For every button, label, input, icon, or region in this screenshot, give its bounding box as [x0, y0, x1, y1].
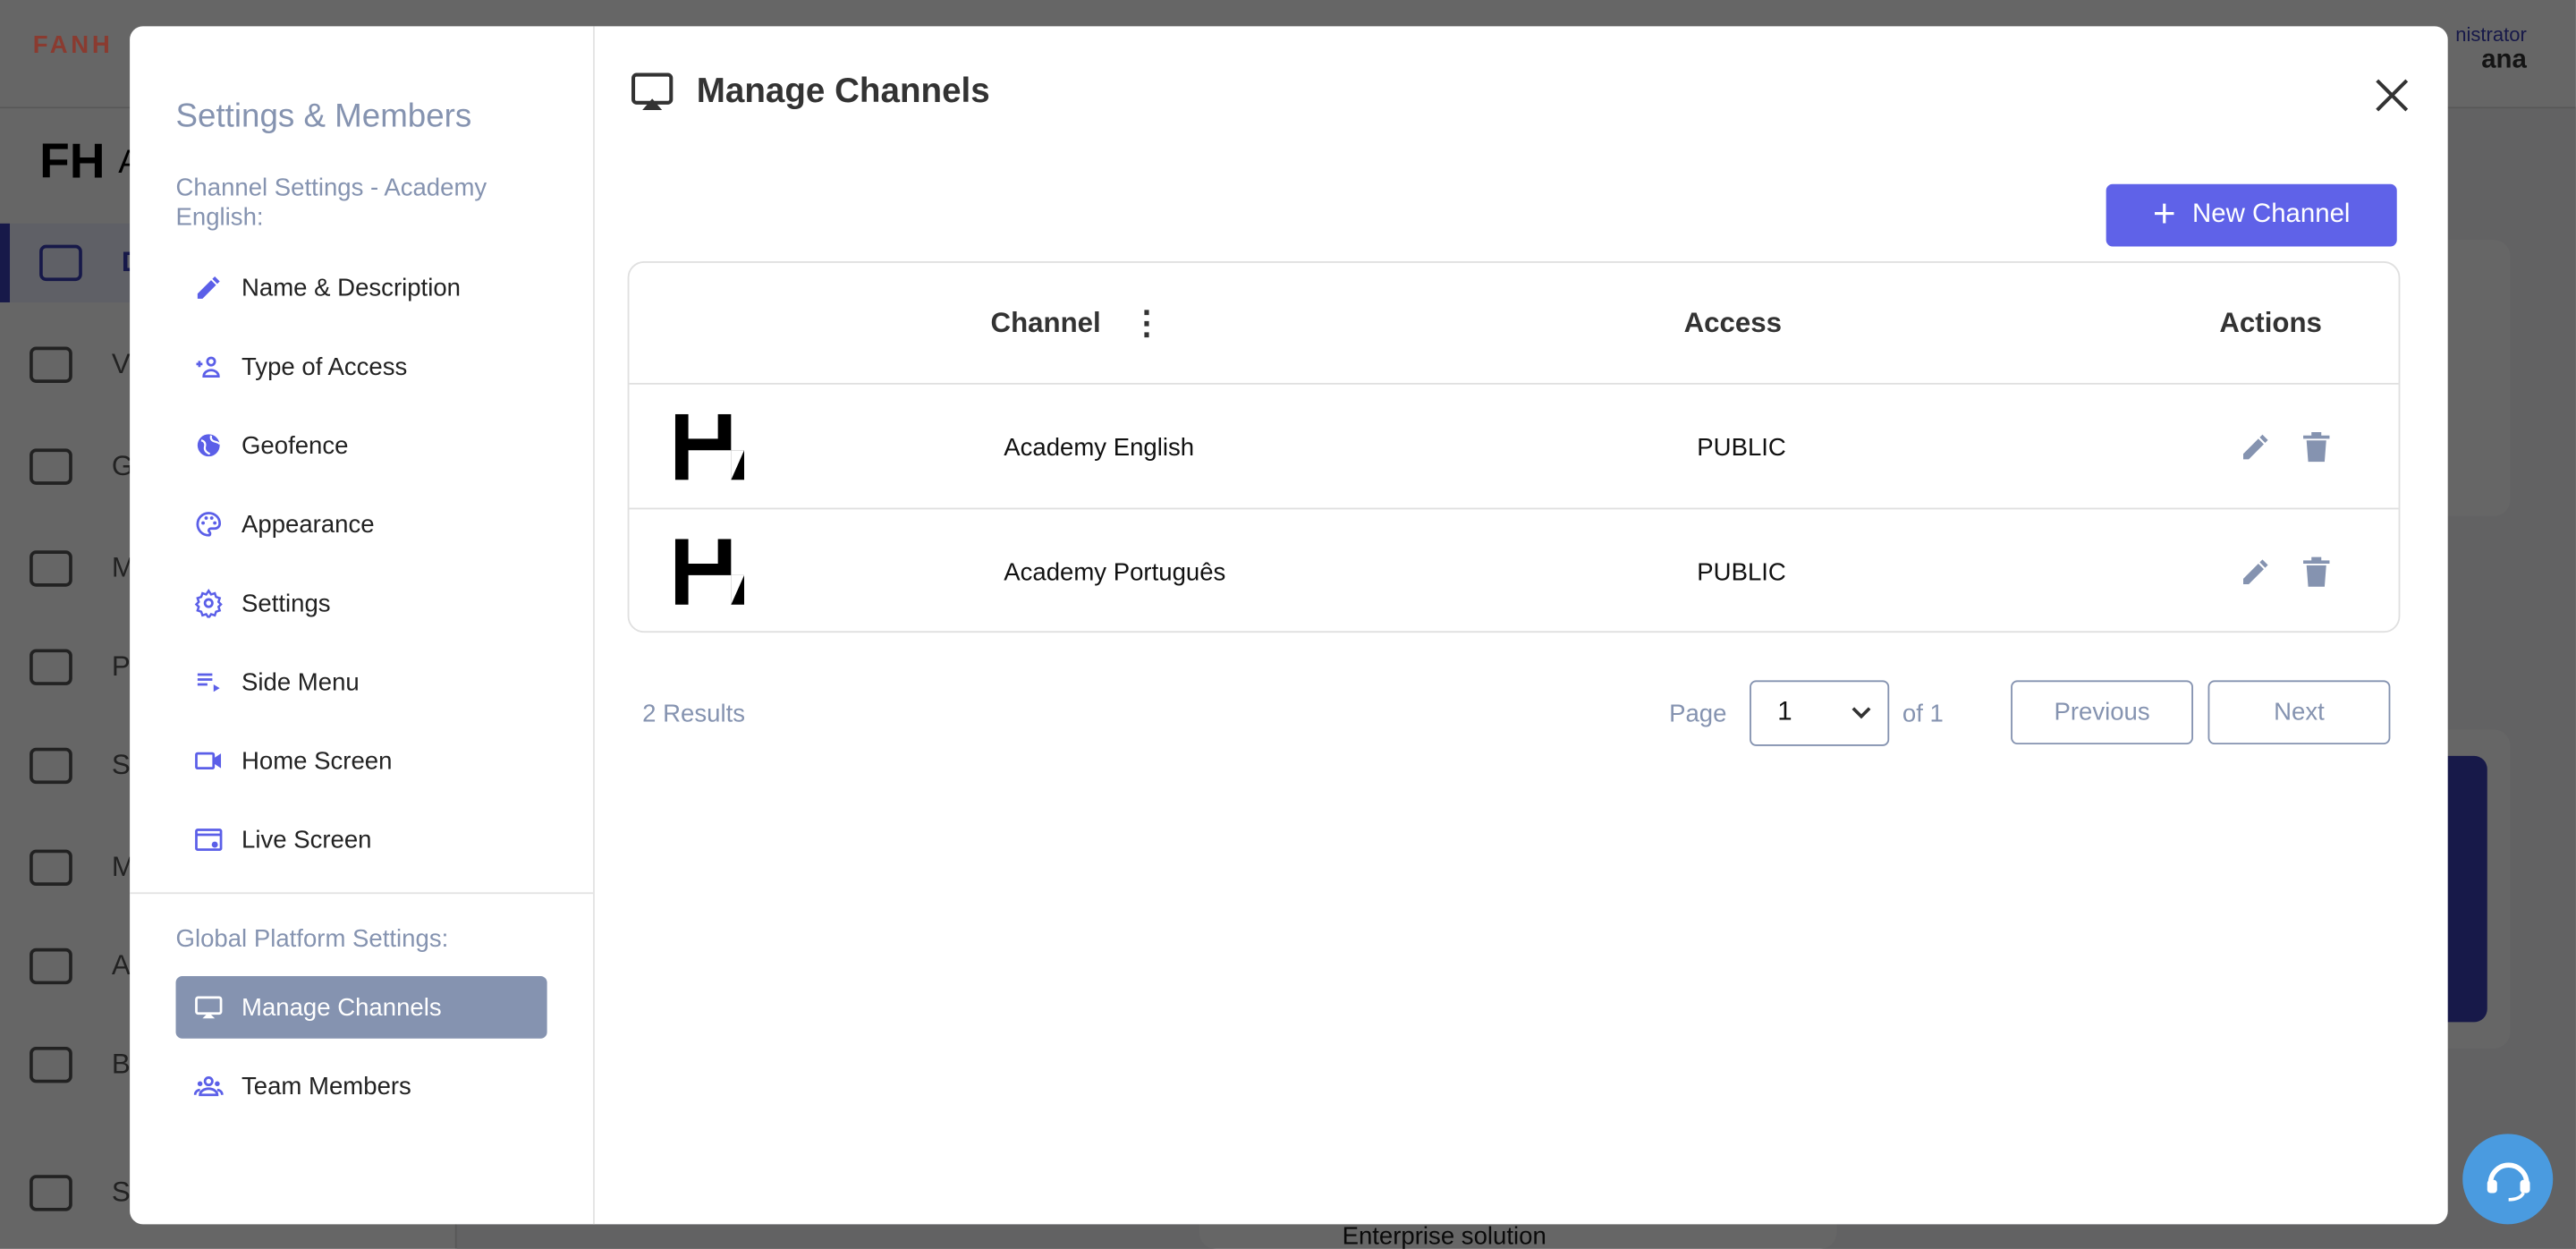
delete-icon[interactable]	[2301, 385, 2331, 510]
channel-logo	[674, 385, 745, 510]
globe-icon	[176, 430, 242, 460]
access-value: PUBLIC	[1697, 557, 1786, 586]
playlist-icon	[176, 667, 242, 697]
close-icon[interactable]	[2372, 75, 2411, 115]
sidebar-item-settings[interactable]: Settings	[176, 572, 547, 634]
channel-logo	[674, 509, 745, 634]
sidebar-title: Settings & Members	[175, 98, 472, 135]
edit-icon[interactable]	[2239, 509, 2272, 634]
sidebar-item-label: Home Screen	[241, 746, 393, 776]
sidebar-item-label: Geofence	[241, 431, 349, 460]
sidebar-item-home-screen[interactable]: Home Screen	[176, 729, 547, 792]
channel-name: Academy Português	[1004, 557, 1226, 586]
column-header-access: Access	[1683, 306, 1783, 338]
column-header-channel: Channel ⋮	[990, 304, 1164, 342]
sidebar-item-label: Team Members	[241, 1072, 411, 1100]
sidebar-item-label: Appearance	[241, 510, 375, 539]
column-header-actions: Actions	[2219, 306, 2322, 338]
palette-icon	[176, 509, 242, 539]
sidebar-item-label: Manage Channels	[241, 993, 442, 1022]
sidebar-item-name-description[interactable]: Name & Description	[176, 257, 547, 319]
bg-card-text: Enterprise solution	[1342, 1222, 1546, 1249]
screen-settings-icon	[176, 825, 242, 854]
sidebar-item-label: Settings	[241, 589, 331, 617]
video-camera-icon	[176, 746, 242, 776]
sidebar-item-team-members[interactable]: Team Members	[176, 1055, 547, 1117]
divider	[130, 892, 594, 895]
page-label: Page	[1669, 699, 1727, 727]
settings-modal: Settings & Members Channel Settings - Ac…	[130, 26, 2448, 1225]
table-row: Academy Português PUBLIC	[629, 507, 2399, 634]
sidebar-item-label: Live Screen	[241, 825, 372, 854]
access-value: PUBLIC	[1697, 432, 1786, 462]
sidebar-item-appearance[interactable]: Appearance	[176, 493, 547, 556]
more-vert-icon[interactable]: ⋮	[1131, 307, 1164, 340]
delete-icon[interactable]	[2301, 509, 2331, 634]
table-row: Academy English PUBLIC	[629, 382, 2399, 510]
channels-table: Channel ⋮ Access Actions Academy English P…	[627, 261, 2401, 634]
sidebar-item-geofence[interactable]: Geofence	[176, 414, 547, 477]
sidebar-item-label: Type of Access	[241, 352, 408, 381]
group-add-icon	[176, 352, 242, 381]
results-count: 2 Results	[642, 699, 746, 727]
next-button[interactable]: Next	[2207, 680, 2391, 745]
manage-channels-panel: Manage Channels + New Channel Channel ⋮ Ac…	[595, 26, 2448, 1224]
page-total: of 1	[1902, 699, 1944, 727]
channel-settings-heading: Channel Settings - Academy English:	[175, 174, 487, 232]
plus-icon: +	[2152, 191, 2176, 237]
page-select[interactable]: 1	[1750, 680, 1890, 746]
sidebar-item-side-menu[interactable]: Side Menu	[176, 650, 547, 713]
channel-name: Academy English	[1004, 432, 1195, 462]
app-logo: FANH	[32, 30, 114, 60]
sidebar-item-label: Name & Description	[241, 273, 461, 302]
sidebar-item-live-screen[interactable]: Live Screen	[176, 809, 547, 871]
airplay-icon	[176, 992, 242, 1022]
headset-icon	[2486, 1161, 2529, 1201]
global-settings-heading: Global Platform Settings:	[175, 925, 449, 954]
previous-button[interactable]: Previous	[2011, 680, 2193, 745]
help-chat-button[interactable]	[2462, 1134, 2554, 1225]
sidebar-item-manage-channels[interactable]: Manage Channels	[175, 975, 547, 1039]
group-icon	[176, 1072, 242, 1101]
settings-sidebar: Settings & Members Channel Settings - Ac…	[130, 26, 595, 1225]
page-title: Manage Channels	[631, 72, 990, 112]
chevron-down-icon	[1852, 707, 1871, 719]
new-channel-button[interactable]: + New Channel	[2106, 183, 2397, 247]
gear-icon	[176, 589, 242, 618]
edit-icon[interactable]	[2239, 385, 2272, 510]
airplay-icon	[631, 72, 674, 111]
pencil-icon	[176, 273, 242, 302]
sidebar-item-type-of-access[interactable]: Type of Access	[176, 336, 547, 398]
sidebar-item-label: Side Menu	[241, 667, 360, 696]
